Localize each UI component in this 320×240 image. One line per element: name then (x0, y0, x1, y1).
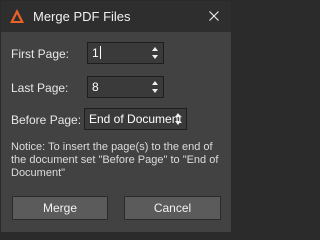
before-page-stepper[interactable] (172, 109, 186, 129)
last-page-value: 8 (92, 80, 99, 94)
spin-down-icon[interactable] (175, 121, 181, 125)
first-page-spinbox[interactable]: 1 (87, 42, 164, 64)
before-page-spinbox[interactable]: End of Document (84, 108, 187, 130)
merge-pdf-dialog: Merge PDF Files First Page: 1 Last Page:… (0, 0, 232, 233)
spin-up-icon[interactable] (175, 113, 181, 117)
cancel-button[interactable]: Cancel (124, 196, 221, 220)
spin-down-icon[interactable] (152, 55, 158, 59)
notice-text: Notice: To insert the page(s) to the end… (11, 141, 219, 179)
before-page-label: Before Page: (11, 113, 82, 127)
spin-up-icon[interactable] (152, 81, 158, 85)
last-page-spinbox[interactable]: 8 (87, 76, 164, 98)
first-page-label: First Page: (11, 47, 70, 61)
last-page-label: Last Page: (11, 81, 69, 95)
text-cursor (99, 46, 101, 59)
dialog-title: Merge PDF Files (33, 9, 131, 24)
close-button[interactable] (197, 1, 231, 31)
title-bar[interactable]: Merge PDF Files (1, 1, 231, 32)
pdf-app-icon (9, 8, 25, 24)
before-page-value: End of Document (89, 112, 182, 126)
spin-up-icon[interactable] (152, 47, 158, 51)
last-page-stepper[interactable] (149, 77, 163, 97)
first-page-stepper[interactable] (149, 43, 163, 63)
close-icon (209, 11, 219, 21)
first-page-value: 1 (92, 46, 99, 60)
merge-button[interactable]: Merge (12, 196, 108, 220)
spin-down-icon[interactable] (152, 89, 158, 93)
